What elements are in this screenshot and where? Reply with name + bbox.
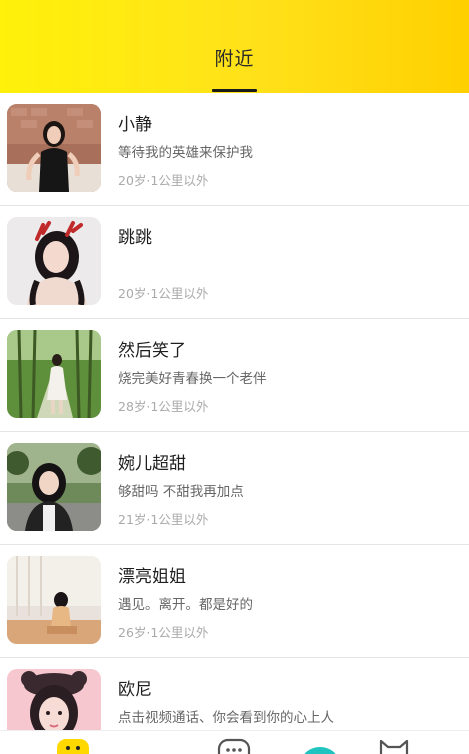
list-item[interactable]: 欧尼 点击视频通话、你会看到你的心上人 <box>0 658 469 730</box>
user-name: 小静 <box>118 115 152 135</box>
user-age-distance: 20岁·1公里以外 <box>118 173 209 188</box>
cat-icon[interactable] <box>376 737 412 754</box>
avatar[interactable] <box>7 669 101 730</box>
user-name: 婉儿超甜 <box>118 454 186 474</box>
avatar[interactable] <box>7 104 101 192</box>
user-signature: 等待我的英雄来保护我 <box>118 145 253 161</box>
list-item[interactable]: 漂亮姐姐 遇见。离开。都是好的 26岁·1公里以外 <box>0 545 469 658</box>
user-name: 然后笑了 <box>118 341 186 361</box>
user-age-distance: 21岁·1公里以外 <box>118 512 209 527</box>
user-name: 跳跳 <box>118 228 152 248</box>
list-item[interactable]: 小静 等待我的英雄来保护我 20岁·1公里以外 <box>0 93 469 206</box>
avatar[interactable] <box>7 443 101 531</box>
user-age-distance: 26岁·1公里以外 <box>118 625 209 640</box>
user-signature: 烧完美好青春换一个老伴 <box>118 371 267 387</box>
chat-bubble-icon[interactable] <box>216 737 252 754</box>
avatar[interactable] <box>7 217 101 305</box>
user-signature: 够甜吗 不甜我再加点 <box>118 484 244 500</box>
avatar[interactable] <box>7 556 101 644</box>
active-tab-indicator <box>212 89 257 92</box>
list-item[interactable]: 婉儿超甜 够甜吗 不甜我再加点 21岁·1公里以外 <box>0 432 469 545</box>
avatar[interactable] <box>7 330 101 418</box>
user-name: 漂亮姐姐 <box>118 567 186 587</box>
user-signature: 遇见。离开。都是好的 <box>118 597 253 613</box>
video-call-icon[interactable] <box>300 737 340 754</box>
tab-nearby[interactable]: 附近 <box>0 44 469 71</box>
user-name: 欧尼 <box>118 680 152 700</box>
user-age-distance: 20岁·1公里以外 <box>118 286 209 301</box>
user-list[interactable]: 小静 等待我的英雄来保护我 20岁·1公里以外 跳跳 20岁·1公里以外 然后笑… <box>0 93 469 730</box>
user-age-distance: 28岁·1公里以外 <box>118 399 209 414</box>
top-header: 附近 <box>0 0 469 93</box>
list-item[interactable]: 跳跳 20岁·1公里以外 <box>0 206 469 319</box>
list-item[interactable]: 然后笑了 烧完美好青春换一个老伴 28岁·1公里以外 <box>0 319 469 432</box>
smiley-icon[interactable] <box>55 737 91 754</box>
user-signature: 点击视频通话、你会看到你的心上人 <box>118 710 334 726</box>
bottom-tab-bar <box>0 730 469 754</box>
